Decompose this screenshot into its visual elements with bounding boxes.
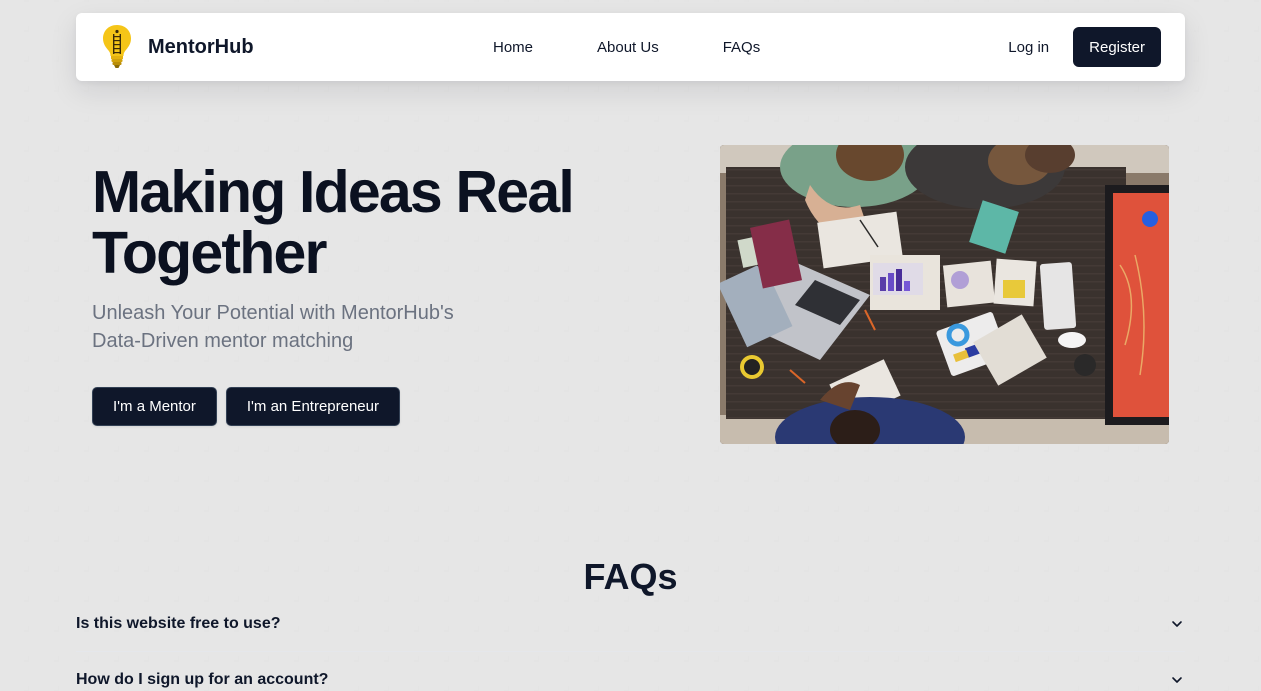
register-button[interactable]: Register	[1073, 27, 1161, 67]
login-link[interactable]: Log in	[1008, 39, 1049, 56]
chevron-down-icon	[1172, 677, 1182, 683]
entrepreneur-button[interactable]: I'm an Entrepreneur	[225, 387, 400, 426]
faq-heading: FAQs	[583, 556, 678, 597]
hero-title-line-2: Together	[92, 220, 327, 286]
hero-cta-group: I'm a Mentor I'm an Entrepreneur	[92, 387, 400, 426]
hero-subtitle-line-2: Data-Driven mentor matching	[92, 330, 354, 352]
faq-list: Is this website free to use? How do I si…	[76, 596, 1185, 691]
lightbulb-icon	[103, 25, 131, 68]
faq-item[interactable]: How do I sign up for an account?	[76, 652, 1185, 691]
nav-link-home[interactable]: Home	[493, 39, 533, 56]
mentor-button[interactable]: I'm a Mentor	[92, 387, 217, 426]
hero-title: Making Ideas Real Together	[92, 162, 652, 284]
hero-subtitle: Unleash Your Potential with MentorHub's …	[92, 299, 512, 355]
faq-question: How do I sign up for an account?	[76, 671, 329, 688]
nav-link-faqs[interactable]: FAQs	[723, 39, 761, 56]
faq-question: Is this website free to use?	[76, 614, 281, 632]
faq-item[interactable]: Is this website free to use?	[76, 596, 1185, 652]
hero-image-team-meeting	[720, 145, 1169, 444]
nav-link-about-us[interactable]: About Us	[597, 39, 659, 56]
auth-actions: Log in Register	[1008, 27, 1161, 67]
brand-name: MentorHub	[148, 35, 254, 58]
navbar: MentorHub Home About Us FAQs Log in Regi…	[76, 13, 1185, 81]
main-nav: Home About Us FAQs	[493, 13, 760, 81]
brand-logo-link[interactable]: MentorHub	[100, 23, 254, 71]
chevron-down-icon	[1172, 620, 1182, 627]
hero-subtitle-line-1: Unleash Your Potential with MentorHub's	[92, 302, 454, 324]
hero-title-line-1: Making Ideas Real	[92, 159, 575, 225]
